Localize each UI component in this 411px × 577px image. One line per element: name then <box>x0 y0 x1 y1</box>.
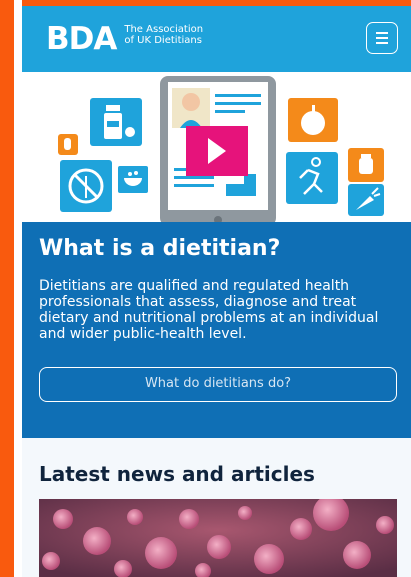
page-frame: BDA The Association of UK Dietitians Wha… <box>22 6 411 577</box>
runner-icon <box>286 152 338 204</box>
apple-icon <box>288 98 338 142</box>
logo-tagline: The Association of UK Dietitians <box>124 24 203 46</box>
hamburger-icon <box>376 32 388 34</box>
intro-heading: What is a dietitian? <box>39 236 281 261</box>
bda-logo[interactable]: BDA The Association of UK Dietitians <box>46 21 203 57</box>
wheat-free-icon <box>60 160 112 212</box>
what-dietitians-do-button[interactable]: What do dietitians do? <box>39 367 397 402</box>
news-heading: Latest news and articles <box>39 462 315 486</box>
carrot-icon <box>348 184 384 216</box>
page-left-edge <box>0 0 22 577</box>
news-section: Latest news and articles <box>22 438 411 577</box>
virus-image <box>39 499 397 577</box>
logo-mark: BDA <box>46 21 117 57</box>
fruit-jar-icon <box>348 148 384 182</box>
medicine-jar-icon <box>90 98 142 146</box>
news-article-image[interactable] <box>39 499 397 577</box>
meal-bowl-icon <box>118 166 148 193</box>
intro-panel: What is a dietitian? Dietitians are qual… <box>22 222 411 438</box>
intro-body: Dietitians are qualified and regulated h… <box>39 278 379 342</box>
menu-button[interactable] <box>366 22 398 54</box>
logo-tagline-line1: The Association <box>124 24 204 35</box>
logo-tagline-line2: of UK Dietitians <box>124 35 202 46</box>
play-icon[interactable] <box>186 126 248 176</box>
site-header: BDA The Association of UK Dietitians <box>22 6 411 72</box>
hero-illustration <box>22 72 411 226</box>
pill-icon <box>58 134 78 155</box>
